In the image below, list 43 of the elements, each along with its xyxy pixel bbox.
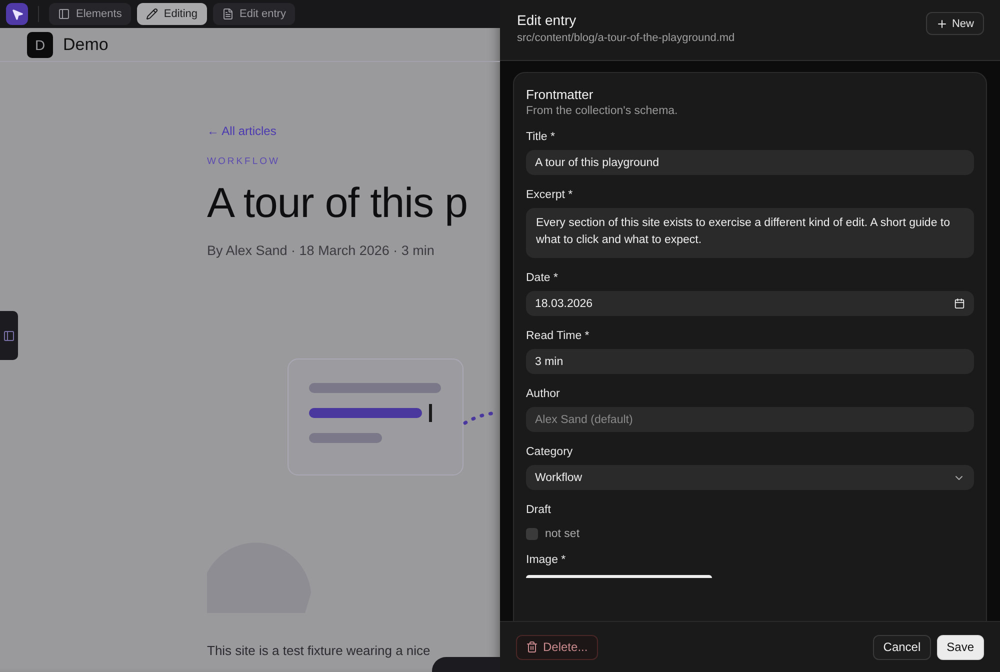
- field-label: Image *: [526, 554, 567, 566]
- new-button[interactable]: New: [926, 12, 984, 35]
- section-subtitle: From the collection's schema.: [526, 105, 679, 117]
- text-field[interactable]: 3 min: [526, 349, 974, 374]
- textarea-field[interactable]: Every section of this site exists to exercise a different kind of edit. A short guide to what to click and what to expect.: [526, 208, 974, 258]
- calendar-icon: [954, 298, 965, 309]
- toolbar-tab[interactable]: Editing: [136, 3, 206, 25]
- pointer-button[interactable]: [6, 3, 28, 25]
- trash-icon: [526, 641, 538, 653]
- delete-button[interactable]: Delete...: [516, 634, 598, 660]
- text-field[interactable]: Alex Sand (default): [526, 407, 974, 432]
- date-field[interactable]: 18.03.2026: [526, 291, 974, 316]
- panel-title: Edit entry: [517, 12, 578, 28]
- toolbar-tab[interactable]: Elements: [49, 3, 131, 25]
- file-path: src/content/blog/a-tour-of-the-playground.md: [517, 32, 735, 44]
- site-logo[interactable]: D: [27, 32, 53, 58]
- category-label: WORKFLOW: [207, 156, 281, 167]
- field-label: Date *: [526, 272, 559, 284]
- toolbar-tab[interactable]: Edit entry: [212, 3, 295, 25]
- panel-icon: [3, 330, 15, 342]
- save-button[interactable]: Save: [936, 634, 984, 660]
- article-byline: By Alex Sand · 18 March 2026 · 3 min: [207, 243, 436, 258]
- pointer-icon: [10, 8, 24, 20]
- category-select[interactable]: Workflow: [526, 465, 974, 490]
- cancel-button[interactable]: Cancel: [873, 634, 931, 660]
- document-icon: [222, 8, 234, 20]
- article-title: A tour of this p: [207, 179, 468, 227]
- field-label: Read Time *: [526, 330, 590, 342]
- field-label: Draft: [526, 504, 552, 516]
- plus-icon: [936, 18, 948, 30]
- field-label: Category: [526, 446, 574, 458]
- article-paragraph: This site is a test fixture wearing a nice: [207, 643, 432, 658]
- panel-icon: [58, 8, 70, 20]
- section-title: Frontmatter: [526, 87, 594, 102]
- field-label: Author: [526, 388, 561, 400]
- checkbox[interactable]: [526, 528, 538, 540]
- checkbox-label: not set: [545, 528, 580, 540]
- text-field[interactable]: A tour of this playground: [526, 150, 974, 175]
- field-label: Title *: [526, 131, 556, 143]
- field-label: Excerpt *: [526, 189, 574, 201]
- site-name[interactable]: Demo: [63, 34, 108, 54]
- pencil-icon: [146, 8, 158, 20]
- sidebar-toggle[interactable]: [0, 311, 18, 360]
